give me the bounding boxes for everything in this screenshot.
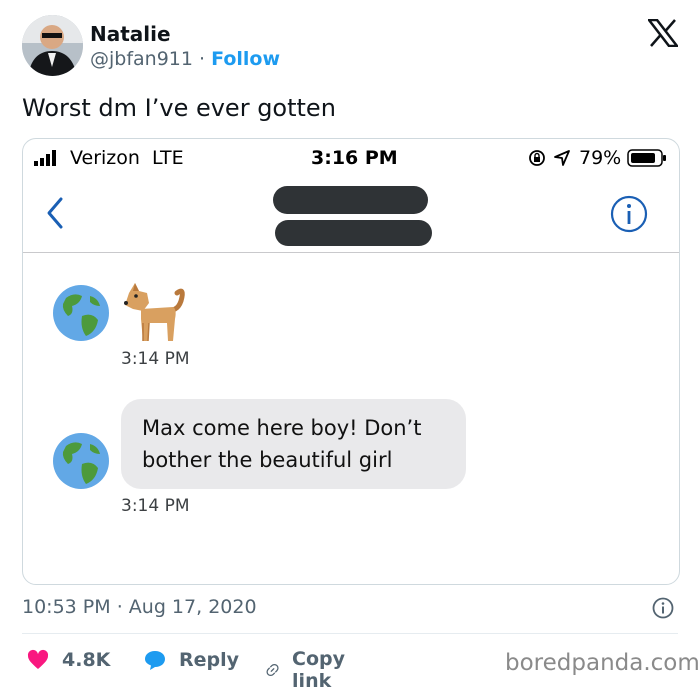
info-icon[interactable] <box>652 597 674 619</box>
message-timestamp: 3:14 PM <box>121 349 190 369</box>
redacted-name-bar <box>273 186 428 214</box>
rotation-lock-icon <box>529 150 545 166</box>
message-bubble[interactable]: Max come here boy! Don’t bother the beau… <box>121 399 466 489</box>
message-line: Max come here boy! Don’t <box>142 416 422 440</box>
author-handle[interactable]: @jbfan911 <box>90 48 193 70</box>
status-bar: Verizon LTE 3:16 PM 79% <box>23 139 679 177</box>
conversation-header <box>23 177 679 253</box>
location-icon <box>554 150 570 166</box>
link-icon <box>266 663 279 677</box>
reply-button[interactable]: Reply <box>143 648 239 672</box>
reply-label: Reply <box>179 649 240 671</box>
copy-link-button[interactable]: Copy link <box>265 648 354 692</box>
separator: · <box>116 596 123 618</box>
tweet-date: Aug 17, 2020 <box>128 596 257 618</box>
message-timestamp: 3:14 PM <box>121 496 190 516</box>
carrier-label: Verizon LTE <box>70 147 184 169</box>
globe-icon <box>53 433 109 489</box>
like-button[interactable]: 4.8K <box>26 648 110 672</box>
carrier-name: Verizon <box>70 147 140 169</box>
watermark: boredpanda.com <box>505 650 700 676</box>
copy-link-label: Copy link <box>292 648 346 692</box>
heart-icon <box>27 649 49 669</box>
message-line: bother the beautiful girl <box>142 448 393 472</box>
x-logo-icon[interactable] <box>646 18 680 48</box>
reply-bubble-icon <box>145 651 165 670</box>
info-icon[interactable] <box>610 195 648 233</box>
back-chevron-icon[interactable] <box>43 195 67 231</box>
battery-icon <box>627 149 666 167</box>
battery-percent: 79% <box>579 147 622 169</box>
dog-emoji <box>124 283 185 342</box>
tweet-text: Worst dm I’ve ever gotten <box>22 94 336 122</box>
follow-button[interactable]: Follow <box>211 48 280 70</box>
separator: · <box>199 48 206 70</box>
divider <box>22 633 678 634</box>
author-name[interactable]: Natalie <box>90 22 171 46</box>
network-type: LTE <box>152 147 184 169</box>
embedded-screenshot[interactable]: Verizon LTE 3:16 PM 79% 3:14 PM Max come… <box>22 138 680 585</box>
like-count: 4.8K <box>62 649 111 671</box>
tweet-timestamp[interactable]: 10:53 PM · Aug 17, 2020 <box>22 596 257 618</box>
redacted-name-bar <box>275 220 432 246</box>
signal-icon <box>34 150 56 166</box>
tweet-time: 10:53 PM <box>22 596 111 618</box>
status-clock: 3:16 PM <box>311 147 398 169</box>
avatar[interactable] <box>22 15 83 76</box>
globe-icon <box>53 285 109 341</box>
handle-line: @jbfan911 · Follow <box>90 48 280 70</box>
